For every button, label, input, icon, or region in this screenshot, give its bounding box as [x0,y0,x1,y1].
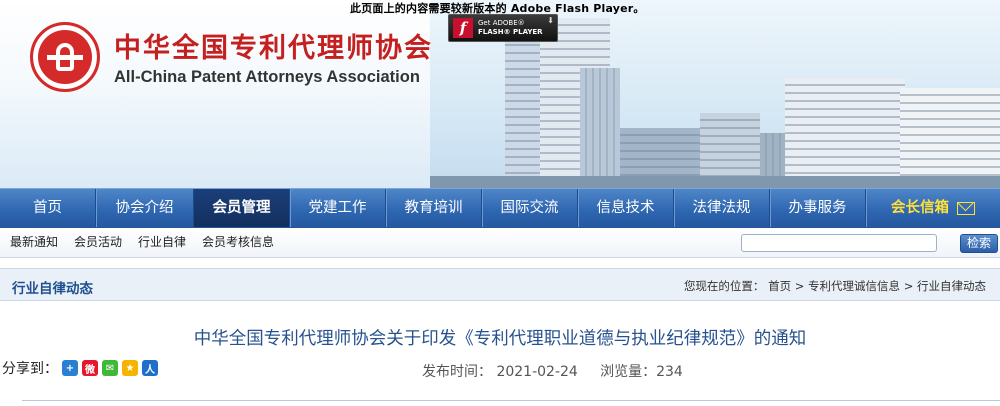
page: 此页面上的内容需要较新版本的 Adobe Flash Player。 f Get… [0,0,1000,406]
share-label: 分享到： [2,361,58,377]
section-title: 行业自律动态 [12,281,93,297]
article-meta: 发布时间： 2021-02-24 浏览量：234 [422,361,683,381]
site-title-english: All-China Patent Attorneys Association [114,68,420,86]
breadcrumb-home[interactable]: 首页 [768,279,791,293]
mail-icon [957,201,975,215]
nav-president-mailbox[interactable]: 会长信箱 [866,189,1000,227]
main-nav: 首页 协会介绍 会员管理 党建工作 教育培训 国际交流 信息技术 法律法规 办事… [0,188,1000,228]
wechat-icon[interactable]: ✉ [102,360,118,376]
breadcrumb-separator: > [903,279,914,293]
association-logo-icon[interactable] [30,22,100,92]
nav-party-building[interactable]: 党建工作 [290,189,386,227]
share-bar: 分享到： + 微 ✉ ★ 人 [2,358,158,378]
section-header: 行业自律动态 您现在的位置： 首页 > 专利代理诚信信息 > 行业自律动态 [0,268,1000,301]
content-divider [22,400,1000,401]
nav-services[interactable]: 办事服务 [770,189,866,227]
breadcrumb: 您现在的位置： 首页 > 专利代理诚信信息 > 行业自律动态 [684,278,986,294]
breadcrumb-separator: > [794,279,805,293]
publish-label: 发布时间： [422,364,492,380]
nav-international[interactable]: 国际交流 [482,189,578,227]
subnav-latest-notices[interactable]: 最新通知 [10,233,58,250]
article-title: 中华全国专利代理师协会关于印发《专利代理职业道德与执业纪律规范》的通知 [193,329,807,349]
nav-home[interactable]: 首页 [0,189,96,227]
qzone-icon[interactable]: ★ [122,360,138,376]
add-share-icon[interactable]: + [62,360,78,376]
breadcrumb-prefix: 您现在的位置： [683,279,765,293]
nav-about[interactable]: 协会介绍 [96,189,194,227]
renren-icon[interactable]: 人 [142,360,158,376]
nav-member-management[interactable]: 会员管理 [194,189,290,227]
sub-nav: 最新通知 会员活动 行业自律 会员考核信息 检索 [0,228,1000,258]
flash-logo-icon: f [453,18,473,38]
view-count: 234 [656,364,683,380]
subnav-member-activities[interactable]: 会员活动 [74,233,122,250]
breadcrumb-current[interactable]: 行业自律动态 [917,279,986,293]
flash-product-label: FLASH® PLAYER [478,28,543,36]
nav-education[interactable]: 教育培训 [386,189,482,227]
nav-it[interactable]: 信息技术 [578,189,674,227]
breadcrumb-integrity-info[interactable]: 专利代理诚信信息 [808,279,900,293]
search-button[interactable]: 检索 [960,234,998,253]
flash-get-label: Get ADOBE® [478,19,525,27]
get-flash-player-button[interactable]: f Get ADOBE® FLASH® PLAYER ⬇ [448,14,558,42]
download-arrow-icon: ⬇ [547,16,554,25]
nav-president-mailbox-label: 会长信箱 [891,200,949,216]
subnav-self-discipline[interactable]: 行业自律 [138,233,186,250]
nav-laws[interactable]: 法律法规 [674,189,770,227]
search-input[interactable] [741,234,937,252]
publish-date: 2021-02-24 [496,364,578,380]
views-label: 浏览量： [600,364,657,380]
site-banner: 此页面上的内容需要较新版本的 Adobe Flash Player。 f Get… [0,0,1000,188]
subnav-member-assessment[interactable]: 会员考核信息 [202,233,274,250]
weibo-icon[interactable]: 微 [82,360,98,376]
site-title-chinese: 中华全国专利代理师协会 [114,33,433,64]
